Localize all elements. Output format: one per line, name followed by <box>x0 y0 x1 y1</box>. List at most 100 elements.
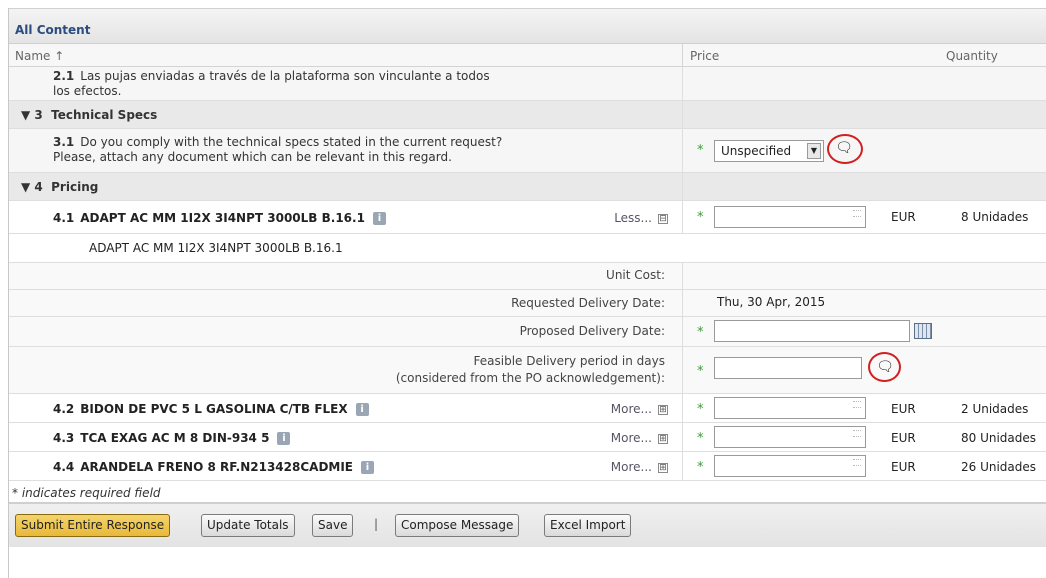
line-item-4-3: 4.3 TCA EXAG AC M 8 DIN-934 5i More... ⊞ *… <box>9 423 1046 452</box>
more-toggle[interactable]: More... ⊞ <box>611 460 668 474</box>
question-row-2-1: 2.1 Las pujas enviadas a través de la pla… <box>9 67 1046 101</box>
unit-cost-row: Unit Cost: <box>9 263 1046 290</box>
grip-icon <box>853 430 861 437</box>
question-text: 2.1 Las pujas enviadas a través de la pla… <box>53 69 490 98</box>
grip-icon <box>853 459 861 466</box>
requested-date-cell: Thu, 30 Apr, 2015 <box>682 290 1046 316</box>
currency-label: EUR <box>891 460 916 474</box>
name-column-header[interactable]: Name ↑ <box>15 49 64 63</box>
section-price-cell <box>682 173 1046 200</box>
column-divider <box>682 44 683 66</box>
section-label[interactable]: ▼ 3 Technical Specs <box>21 108 157 122</box>
expand-icon[interactable]: ⊞ <box>658 433 668 444</box>
currency-label: EUR <box>891 431 916 445</box>
proposed-date-input[interactable] <box>714 320 910 342</box>
section-label[interactable]: ▼ 4 Pricing <box>21 180 98 194</box>
proposed-date-row: Proposed Delivery Date: * <box>9 317 1046 347</box>
info-icon[interactable]: i <box>361 461 375 474</box>
required-marker: * <box>697 325 704 340</box>
info-icon[interactable]: i <box>355 403 369 416</box>
calendar-icon[interactable] <box>914 323 932 339</box>
required-marker: * <box>697 460 704 475</box>
expand-icon[interactable]: ⊞ <box>658 404 668 415</box>
empty-cell <box>682 234 1046 262</box>
quantity-value: 80 Unidades <box>961 431 1037 445</box>
info-icon[interactable]: i <box>277 432 291 445</box>
save-button[interactable]: Save <box>312 514 354 537</box>
price-input[interactable] <box>714 397 866 419</box>
item-name: 4.3 TCA EXAG AC M 8 DIN-934 5i <box>53 431 291 445</box>
unit-cost-label: Unit Cost: <box>606 268 665 282</box>
content-panel: All Content Name ↑ Price Quantity 2.1 Las… <box>8 8 1046 578</box>
line-item-4-2: 4.2 BIDON DE PVC 5 L GASOLINA C/TB FLEX i … <box>9 394 1046 423</box>
requested-date-row: Requested Delivery Date: Thu, 30 Apr, 20… <box>9 290 1046 317</box>
line-item-4-1: 4.1 ADAPT AC MM 1I2X 3I4NPT 3000LB B.16.1… <box>9 201 1046 234</box>
collapse-triangle-icon[interactable]: ▼ <box>21 108 30 122</box>
section-row-4[interactable]: ▼ 4 Pricing <box>9 173 1046 201</box>
highlight-circle <box>868 352 901 382</box>
feasible-period-row: Feasible Delivery period in days (consid… <box>9 347 1046 394</box>
section-title: Pricing <box>51 180 99 194</box>
highlight-circle <box>827 134 863 164</box>
price-cell: * EUR 8 Unidades <box>682 201 1046 233</box>
grip-icon <box>853 210 861 217</box>
action-toolbar: Submit Entire Response Update Totals Sav… <box>9 503 1046 547</box>
collapse-triangle-icon[interactable]: ▼ <box>21 180 30 194</box>
required-marker: * <box>697 210 704 225</box>
compliance-select[interactable]: Unspecified ▼ <box>714 140 824 162</box>
proposed-date-cell: * <box>682 317 1046 346</box>
column-header-row: Name ↑ Price Quantity <box>9 44 1046 67</box>
excel-import-button[interactable]: Excel Import <box>544 514 632 537</box>
requested-date-label: Requested Delivery Date: <box>511 296 665 310</box>
required-marker: * <box>697 431 704 446</box>
compose-message-button[interactable]: Compose Message <box>395 514 520 537</box>
price-cell: * EUR 26 Unidades <box>682 452 1046 480</box>
section-price-cell <box>682 101 1046 128</box>
required-marker: * <box>697 364 704 379</box>
question-row-3-1: 3.1 Do you comply with the technical spec… <box>9 129 1046 173</box>
required-marker: * <box>697 143 704 158</box>
dropdown-arrow-icon[interactable]: ▼ <box>807 143 821 159</box>
question-text: 3.1 Do you comply with the technical spec… <box>53 135 503 164</box>
price-input[interactable] <box>714 206 866 228</box>
proposed-date-label: Proposed Delivery Date: <box>519 324 665 338</box>
section-title: Technical Specs <box>51 108 158 122</box>
line-item-4-4: 4.4 ARANDELA FRENO 8 RF.N213428CADMIE i Mo… <box>9 452 1046 481</box>
price-input[interactable] <box>714 426 866 448</box>
toolbar-separator: | <box>374 517 379 531</box>
quantity-value: 2 Unidades <box>961 402 1029 416</box>
item-name: 4.1 ADAPT AC MM 1I2X 3I4NPT 3000LB B.16.1… <box>53 211 386 225</box>
update-totals-button[interactable]: Update Totals <box>201 514 295 537</box>
item-name: 4.4 ARANDELA FRENO 8 RF.N213428CADMIE i <box>53 460 375 474</box>
price-input[interactable] <box>714 455 866 477</box>
submit-entire-response-button[interactable]: Submit Entire Response <box>15 514 171 537</box>
required-field-note: * indicates required field <box>9 481 1046 503</box>
unit-cost-cell <box>682 263 1046 289</box>
section-row-3[interactable]: ▼ 3 Technical Specs <box>9 101 1046 129</box>
item-name: 4.2 BIDON DE PVC 5 L GASOLINA C/TB FLEX i <box>53 402 369 416</box>
quantity-value: 26 Unidades <box>961 460 1037 474</box>
more-toggle[interactable]: More... ⊞ <box>611 402 668 416</box>
price-cell <box>682 67 1046 100</box>
price-cell: * EUR 80 Unidades <box>682 423 1046 451</box>
price-column-header[interactable]: Price <box>690 49 719 63</box>
quantity-column-header[interactable]: Quantity <box>946 49 998 63</box>
requested-date-value: Thu, 30 Apr, 2015 <box>717 295 826 309</box>
feasible-period-cell: * 🗨 <box>682 347 1046 393</box>
currency-label: EUR <box>891 210 916 224</box>
required-marker: * <box>697 402 704 417</box>
item-description-row: ADAPT AC MM 1I2X 3I4NPT 3000LB B.16.1 <box>9 234 1046 263</box>
collapse-icon[interactable]: ⊟ <box>658 213 668 224</box>
grip-icon <box>853 401 861 408</box>
currency-label: EUR <box>891 402 916 416</box>
feasible-period-label: Feasible Delivery period in days (consid… <box>395 354 665 385</box>
quantity-value: 8 Unidades <box>961 210 1029 224</box>
more-toggle[interactable]: More... ⊞ <box>611 431 668 445</box>
panel-header: All Content <box>9 8 1046 44</box>
info-icon[interactable]: i <box>372 212 386 225</box>
expand-icon[interactable]: ⊞ <box>658 462 668 473</box>
answer-cell: * Unspecified ▼ 🗨 <box>682 129 1046 172</box>
page: All Content Name ↑ Price Quantity 2.1 Las… <box>0 0 1046 578</box>
feasible-period-input[interactable] <box>714 357 862 379</box>
less-toggle[interactable]: Less... ⊟ <box>614 211 668 225</box>
